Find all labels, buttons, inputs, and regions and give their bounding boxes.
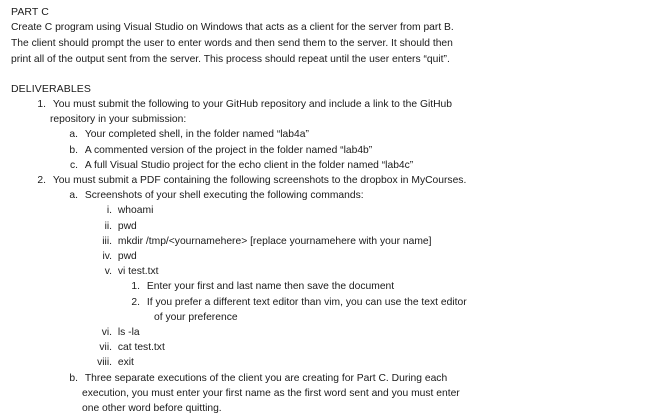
command-item: i. whoami (94, 203, 154, 219)
deliverable-item-2b: b. Three separate executions of the clie… (68, 371, 447, 387)
list-marker: viii. (97, 357, 112, 369)
list-item-text: A commented version of the project in th… (84, 144, 373, 156)
list-marker: i. (106, 205, 112, 217)
command-item: vi. ls -la (94, 325, 140, 341)
paragraph-line: Create C program using Visual Studio on … (11, 22, 454, 33)
list-marker: ii. (104, 220, 112, 232)
deliverable-item-2a: a. Screenshots of your shell executing t… (68, 188, 364, 204)
command-text: ls -la (117, 327, 140, 338)
command-item: v. vi test.txt (94, 264, 159, 280)
command-text: mkdir /tmp/<yournamehere> [replace yourn… (117, 235, 432, 247)
list-item-text-continued: of your preference (154, 311, 238, 323)
deliverable-item-2: 2. You must submit a PDF containing the … (36, 173, 466, 189)
deliverable-item-1c: c. A full Visual Studio project for the … (68, 158, 413, 174)
list-marker: 2. (131, 296, 140, 308)
list-marker: v. (104, 266, 112, 278)
document-page: PART C Create C program using Visual Stu… (0, 0, 655, 418)
command-item: vii. cat test.txt (94, 340, 165, 356)
list-item-text: Enter your first and last name then save… (146, 281, 395, 293)
command-text: vi test.txt (117, 266, 159, 278)
list-marker: vii. (99, 342, 112, 354)
list-item-text: A full Visual Studio project for the ech… (84, 159, 414, 171)
list-marker: a. (69, 190, 78, 202)
vi-sub-item-2: 2. If you prefer a different text editor… (130, 295, 467, 311)
list-item-text: You must submit a PDF containing the fol… (52, 175, 467, 186)
deliverable-item-1: 1. You must submit the following to your… (36, 97, 452, 113)
deliverable-item-1a: a. Your completed shell, in the folder n… (68, 127, 309, 143)
command-text: exit (117, 357, 134, 369)
paragraph-line: The client should prompt the user to ent… (11, 38, 453, 49)
list-marker: a. (69, 129, 78, 141)
command-text: whoami (117, 205, 154, 217)
deliverable-item-1b: b. A commented version of the project in… (68, 143, 372, 159)
command-item: iv. pwd (94, 249, 137, 265)
list-item-text: You must submit the following to your Gi… (52, 99, 452, 110)
list-item-text: If you prefer a different text editor th… (146, 296, 467, 308)
command-text: pwd (117, 220, 137, 232)
command-item: iii. mkdir /tmp/<yournamehere> [replace … (94, 234, 432, 250)
list-marker: iii. (102, 235, 112, 247)
vi-sub-item-1: 1. Enter your first and last name then s… (130, 279, 394, 295)
list-item-text: Your completed shell, in the folder name… (84, 129, 309, 141)
part-c-paragraph: Create C program using Visual Studio on … (11, 20, 651, 68)
list-marker: vi. (101, 327, 112, 338)
list-item-text-continued: execution, you must enter your first nam… (82, 387, 460, 399)
list-item-text-continued: one other word before quitting. (82, 403, 222, 414)
list-item-text-continued: repository in your submission: (50, 114, 187, 126)
list-item-text: Screenshots of your shell executing the … (84, 190, 364, 202)
list-marker: c. (69, 159, 78, 171)
list-marker: 1. (37, 99, 46, 110)
list-marker: 1. (131, 281, 140, 293)
part-c-heading: PART C (11, 6, 49, 18)
deliverables-heading: DELIVERABLES (11, 83, 91, 95)
list-marker: b. (69, 144, 78, 156)
command-item: viii. exit (94, 355, 134, 371)
command-text: cat test.txt (117, 342, 165, 354)
list-marker: 2. (37, 175, 46, 186)
command-text: pwd (117, 251, 137, 262)
list-marker: iv. (102, 251, 112, 262)
list-marker: b. (69, 372, 78, 384)
list-item-text: Three separate executions of the client … (84, 372, 448, 384)
paragraph-line: print all of the output sent from the se… (11, 54, 450, 65)
command-item: ii. pwd (94, 219, 137, 235)
